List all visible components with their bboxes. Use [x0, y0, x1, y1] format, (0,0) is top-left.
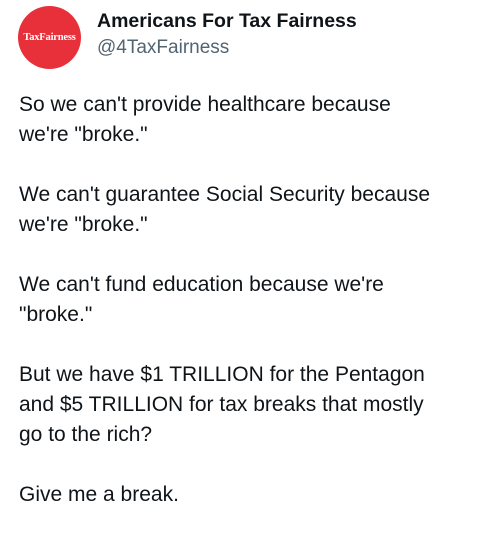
tweet-post: TaxFairness Americans For Tax Fairness @… — [0, 0, 480, 513]
avatar[interactable]: TaxFairness — [18, 6, 81, 69]
tweet-paragraph: But we have $1 TRILLION for the Pentagon… — [19, 363, 425, 446]
avatar-logo-text: TaxFairness — [23, 32, 76, 43]
tweet-paragraph: We can't guarantee Social Security becau… — [19, 183, 431, 236]
author-display-name[interactable]: Americans For Tax Fairness — [97, 9, 357, 33]
tweet-header: TaxFairness Americans For Tax Fairness @… — [18, 6, 357, 69]
author-info: Americans For Tax Fairness @4TaxFairness — [97, 9, 357, 60]
tweet-paragraph: Give me a break. — [19, 483, 179, 506]
author-handle[interactable]: @4TaxFairness — [97, 36, 357, 60]
tweet-text: So we can't provide healthcare because w… — [19, 90, 469, 540]
tweet-paragraph: We can't fund education because we're "b… — [19, 273, 384, 326]
tweet-paragraph: So we can't provide healthcare because w… — [19, 93, 391, 146]
